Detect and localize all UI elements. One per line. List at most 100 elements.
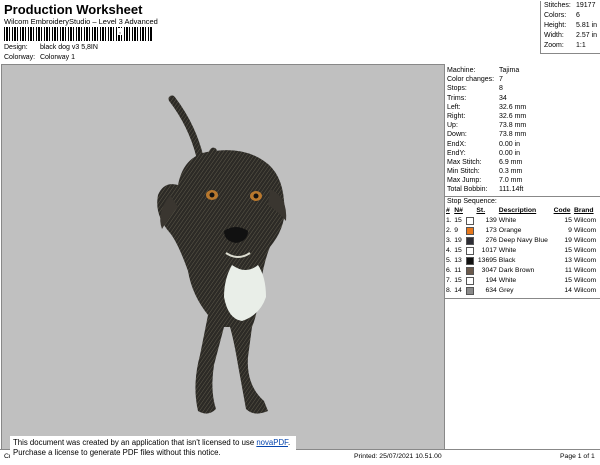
stitch-count: 13695 (477, 257, 497, 265)
machine-info-panel: Machine: Tajima Color changes: 7 Stops: 8 T… (444, 64, 600, 449)
color-swatch (465, 236, 476, 246)
thread-description: White (498, 277, 517, 285)
color-swatch (465, 286, 476, 296)
stop-number: 4. (446, 247, 452, 255)
info-row: Min Stitch: 0.3 mm (447, 168, 523, 176)
stitch-count: 3047 (481, 267, 497, 275)
thread-brand: Wilcom (573, 247, 597, 255)
info-row: Color changes: 7 (447, 76, 503, 84)
column-header: Brand (573, 207, 594, 215)
thread-brand: Wilcom (573, 287, 597, 295)
stitch-count: 139 (485, 217, 497, 225)
column-header: Description (498, 207, 537, 215)
info-row: Stops: 8 (447, 85, 503, 93)
stop-number: 6. (446, 267, 452, 275)
info-row: Trims: 34 (447, 94, 507, 102)
needle-number: 14 (454, 287, 462, 295)
stop-sequence-title: Stop Sequence: (445, 195, 600, 206)
info-row: Left: 32.6 mm (447, 103, 527, 111)
needle-number: 11 (454, 267, 462, 275)
barcode (4, 27, 152, 41)
table-row: 6. 11 3047 Dark Brown 11 Wilcom (445, 266, 599, 276)
info-row: Machine: Tajima (447, 67, 520, 74)
column-header: Code (553, 207, 571, 215)
stop-number: 2. (446, 227, 452, 235)
table-row: 1. 15 139 White 15 Wilcom (445, 216, 599, 226)
software-subtitle: Wilcom EmbroideryStudio – Level 3 Advanc… (4, 17, 158, 26)
thread-code: 9 (568, 227, 572, 235)
thread-brand: Wilcom (573, 237, 597, 245)
color-swatch-icon (465, 216, 474, 225)
color-swatch (465, 276, 476, 286)
stop-number: 1. (446, 217, 452, 225)
table-row: 7. 15 194 White 15 Wilcom (445, 276, 599, 286)
printed-timestamp: Printed: 25/07/2021 10.51.00 (354, 453, 442, 460)
stats-box: Stitches: 19177 Colors: 6 Height: 5.81 in W… (540, 1, 600, 54)
info-row: Up: 73.8 mm (447, 122, 527, 130)
color-swatch (465, 216, 476, 226)
thread-brand: Wilcom (573, 227, 597, 235)
table-row: 4. 15 1017 White 15 Wilcom (445, 246, 599, 256)
info-row: EndY: 0.00 in (447, 149, 521, 157)
colorway-row: Colorway: Colorway 1 (4, 54, 75, 61)
needle-number: 19 (454, 237, 462, 245)
info-row: Max Stitch: 6.9 mm (447, 158, 523, 166)
table-row: 2. 9 173 Orange 9 Wilcom (445, 226, 599, 236)
needle-number: 15 (454, 247, 462, 255)
color-swatch-icon (465, 226, 474, 235)
stitch-count: 173 (485, 227, 497, 235)
thread-code: 19 (564, 237, 572, 245)
stat-height: Height: 5.81 in (544, 22, 598, 29)
color-swatch-icon (465, 266, 474, 275)
thread-description: White (498, 217, 517, 225)
stop-number: 7. (446, 277, 452, 285)
color-swatch (465, 226, 476, 236)
page-title: Production Worksheet (4, 2, 143, 17)
table-header-row: # N# St. Description Code Brand (445, 206, 599, 216)
thread-description: Dark Brown (498, 267, 535, 275)
thread-code: 15 (564, 247, 572, 255)
colorway-label: Colorway: (4, 54, 36, 61)
stitch-count: 194 (485, 277, 497, 285)
stat-colors: Colors: 6 (544, 12, 580, 19)
color-swatch (465, 256, 476, 266)
info-row: EndX: 0.00 in (447, 140, 521, 148)
swatch-column (465, 206, 476, 216)
color-swatch-icon (465, 286, 474, 295)
color-swatch (465, 246, 476, 256)
stop-number: 5. (446, 257, 452, 265)
table-row: 3. 19 276 Deep Navy Blue 19 Wilcom (445, 236, 599, 246)
page-number: Page 1 of 1 (560, 453, 595, 460)
table-row: 5. 13 13695 Black 13 Wilcom (445, 256, 599, 266)
info-row: Right: 32.6 mm (447, 112, 527, 120)
info-row: Down: 73.8 mm (447, 131, 527, 139)
thread-brand: Wilcom (573, 257, 597, 265)
stitch-count: 276 (485, 237, 497, 245)
thread-brand: Wilcom (573, 217, 597, 225)
stitch-count: 634 (485, 287, 497, 295)
stop-number: 3. (446, 237, 452, 245)
license-notice: This document was created by an applicat… (10, 436, 296, 462)
stop-sequence: Stop Sequence: # N# St. Description Code… (445, 195, 600, 299)
design-value: black dog v3 5,8IN (39, 44, 98, 51)
thread-code: 15 (564, 277, 572, 285)
thread-code: 15 (564, 217, 572, 225)
stat-zoom: Zoom: 1:1 (544, 42, 586, 49)
color-swatch-icon (465, 276, 474, 285)
stat-width: Width: 2.57 in (544, 32, 598, 39)
worksheet-header: Production Worksheet Wilcom EmbroiderySt… (0, 0, 600, 64)
color-swatch-icon (465, 236, 474, 245)
table-row: 8. 14 634 Grey 14 Wilcom (445, 286, 599, 296)
thread-code: 13 (564, 257, 572, 265)
column-header: # (446, 207, 450, 215)
novapdf-link[interactable]: novaPDF (256, 438, 288, 447)
stat-stitches: Stitches: 19177 (544, 2, 596, 9)
stop-number: 8. (446, 287, 452, 295)
thread-description: Orange (498, 227, 522, 235)
info-row: Total Bobbin: 111.14ft (447, 186, 524, 194)
design-preview (1, 64, 446, 451)
needle-number: 15 (454, 217, 462, 225)
design-label: Design: (4, 44, 28, 51)
thread-brand: Wilcom (573, 267, 597, 275)
color-swatch-icon (465, 256, 474, 265)
